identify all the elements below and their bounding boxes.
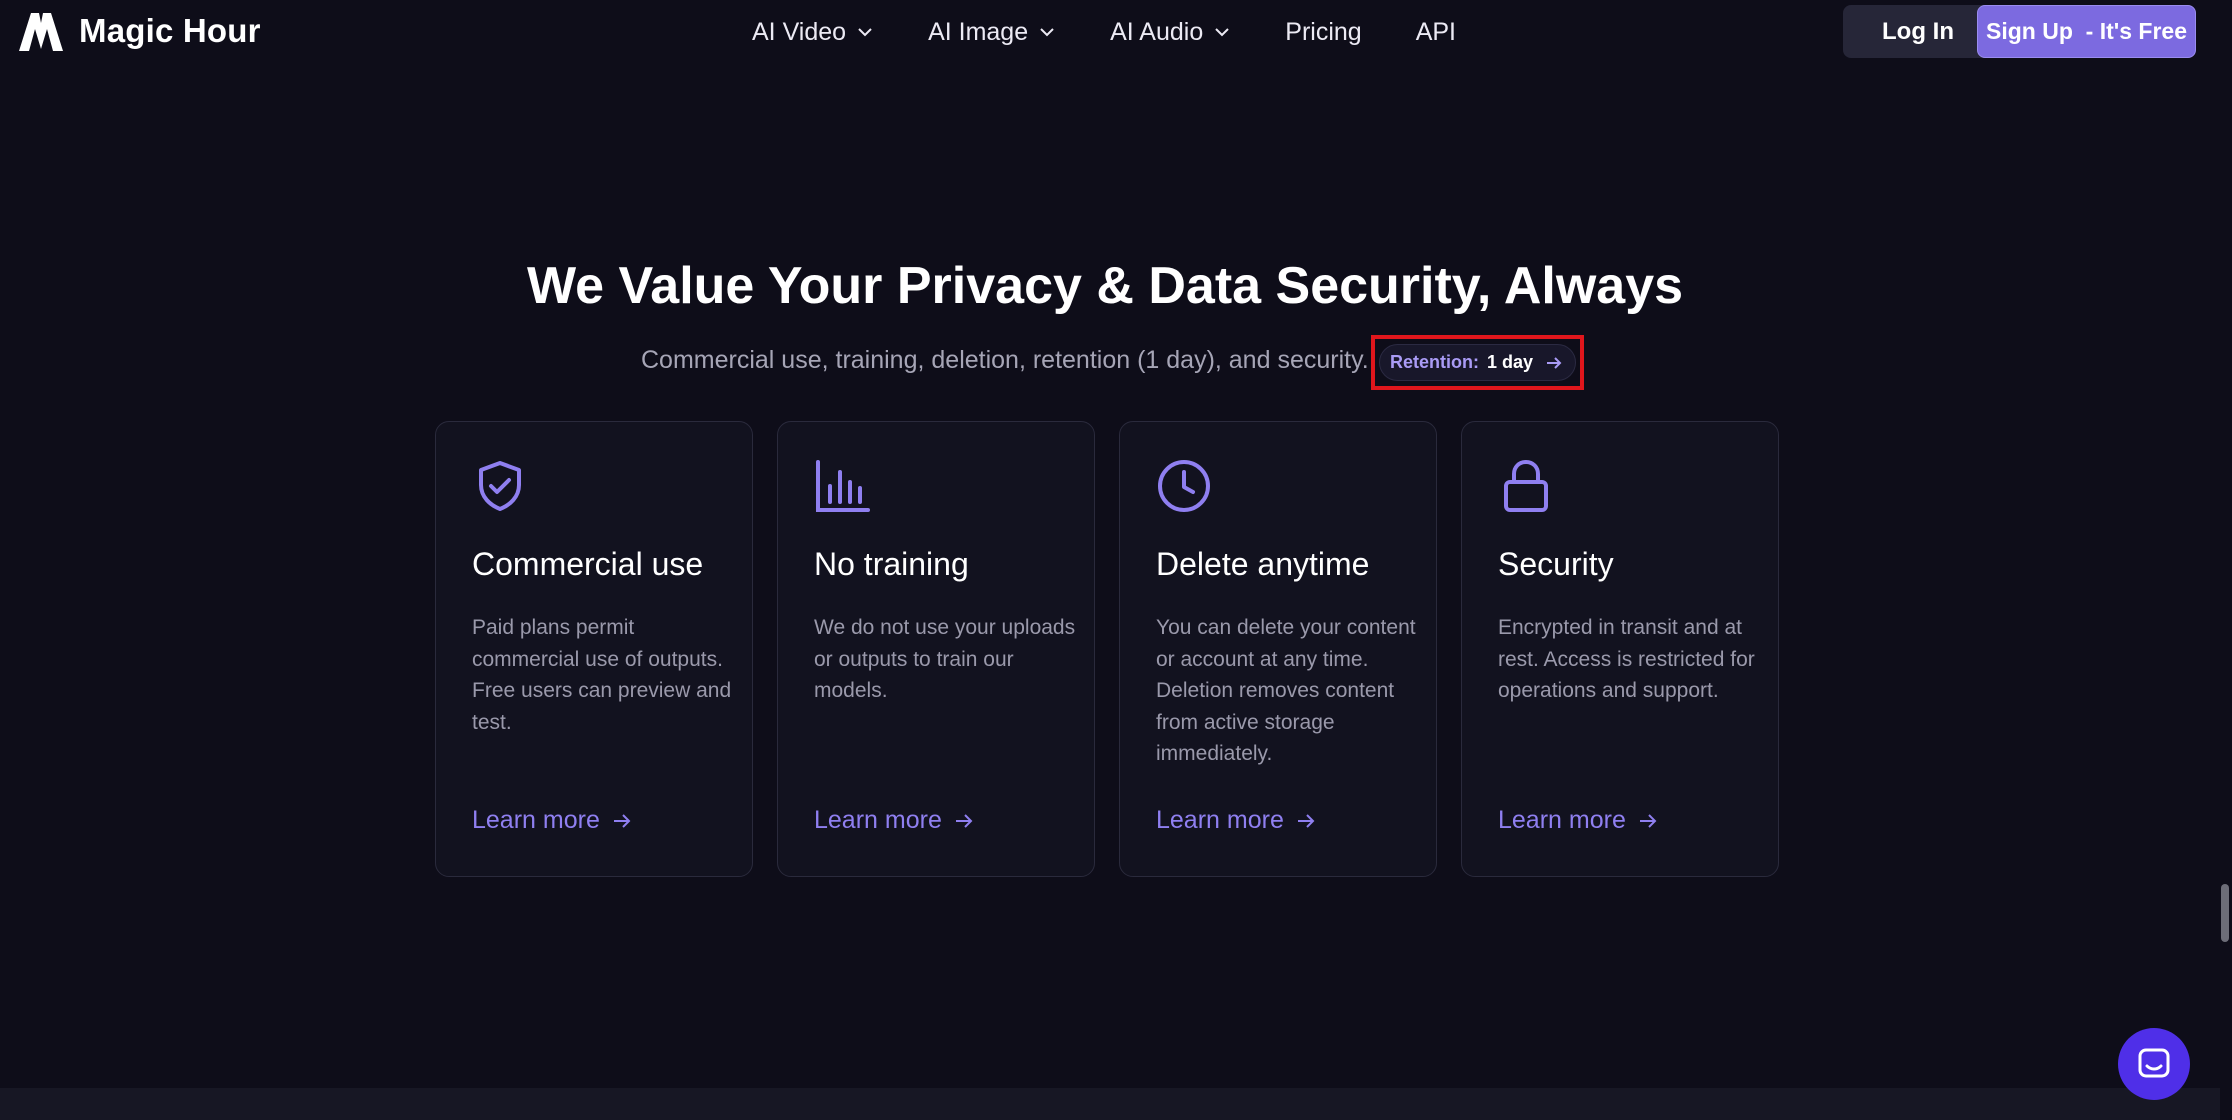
clock-icon [1158,460,1210,512]
nav-item-ai-image[interactable]: AI Image [928,18,1056,47]
login-button[interactable]: Log In [1843,5,1993,58]
signup-button[interactable]: Sign Up - It's Free [1977,5,2196,58]
chat-icon [2138,1048,2170,1078]
card-title: Commercial use [472,546,704,582]
learn-more-link[interactable]: Learn more [1156,806,1316,835]
retention-highlight-box: Retention: 1 day [1371,335,1584,390]
card-description: We do not use your uploads or outputs to… [814,616,1076,702]
card-description: Paid plans permit commercial use of outp… [472,616,732,734]
card-security: Security Encrypted in transit and at res… [1461,421,1779,877]
nav-item-ai-video[interactable]: AI Video [752,18,874,47]
next-section-edge [0,1088,2220,1120]
card-title: Delete anytime [1156,546,1370,582]
card-description: Encrypted in transit and at rest. Access… [1498,616,1755,702]
chevron-down-icon [1215,28,1229,37]
learn-more-label: Learn more [1156,806,1284,834]
arrow-right-icon [613,813,631,828]
scrollbar-thumb[interactable] [2221,884,2229,942]
chevron-down-icon [858,28,872,37]
section-title: We Value Your Privacy & Data Security, A… [526,257,1684,315]
shield-check-icon [479,461,521,511]
brand-logo[interactable]: Magic Hour [17,8,261,54]
learn-more-link[interactable]: Learn more [472,806,632,835]
arrow-right-icon [1639,813,1657,828]
card-no-training: No training We do not use your uploads o… [777,421,1095,877]
card-title: No training [814,546,969,582]
retention-label: Retention: [1390,352,1479,372]
learn-more-link[interactable]: Learn more [814,806,974,835]
nav-item-label: AI Image [928,17,1029,46]
nav-item-api[interactable]: API [1416,18,1456,47]
nav-item-label: API [1415,17,1456,46]
section-subtitle: Commercial use, training, deletion, rete… [641,345,1369,374]
chevron-down-icon [1040,28,1054,37]
section-subtitle-row: Commercial use, training, deletion, rete… [641,340,1369,380]
card-description: You can delete your content or account a… [1156,616,1416,765]
magic-hour-logo-icon [19,13,63,51]
lock-icon [1504,459,1548,512]
arrow-right-icon [1547,356,1562,369]
nav-item-pricing[interactable]: Pricing [1285,18,1361,47]
retention-value: 1 day [1487,352,1534,372]
arrow-right-icon [955,813,973,828]
retention-badge[interactable]: Retention: 1 day [1379,344,1576,381]
card-delete-anytime: Delete anytime You can delete your conte… [1119,421,1437,877]
chat-launcher-button[interactable] [2118,1028,2190,1100]
learn-more-label: Learn more [472,806,600,834]
nav-item-label: AI Video [752,17,847,46]
arrow-right-icon [1297,813,1315,828]
learn-more-link[interactable]: Learn more [1498,806,1658,835]
nav-item-ai-audio[interactable]: AI Audio [1110,18,1231,47]
bar-chart-icon [816,460,870,512]
card-commercial-use: Commercial use Paid plans permit commerc… [435,421,753,877]
main-nav: AI Video AI Image AI Audio Pricing API [752,14,1510,50]
brand-name: Magic Hour [79,12,261,49]
nav-item-label: AI Audio [1110,17,1204,46]
learn-more-label: Learn more [1498,806,1626,834]
nav-item-label: Pricing [1285,17,1362,46]
learn-more-label: Learn more [814,806,942,834]
card-title: Security [1498,546,1614,582]
top-navigation-bar: Magic Hour AI Video AI Image AI Audio Pr… [0,0,2232,64]
